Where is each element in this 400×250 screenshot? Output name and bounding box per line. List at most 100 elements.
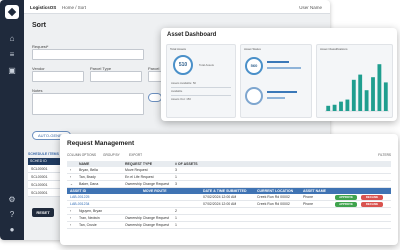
collapse-icon[interactable]: ⌄ xyxy=(70,182,73,186)
col-asset-count[interactable]: # OF ASSETS xyxy=(175,162,198,166)
status-gauge-2 xyxy=(245,87,263,105)
col-move-route[interactable]: MOVE ROUTE xyxy=(143,189,167,193)
asset-dashboard-window: Asset Dashboard Total Assets 510 Total A… xyxy=(161,28,397,121)
row-date: 07/02/2024 12:00 AM xyxy=(203,202,237,206)
screenshot-stage: ⌂ ≡ ▣ ⚙ ? ● LogisticsOS Home / Sort User… xyxy=(0,0,400,250)
bar-8[interactable] xyxy=(371,77,375,111)
expand-icon[interactable]: › xyxy=(70,216,71,220)
gear-icon[interactable]: ⚙ xyxy=(7,195,17,205)
bar-9[interactable] xyxy=(377,64,382,111)
user-icon[interactable]: ● xyxy=(7,225,17,235)
table-row[interactable]: › Nguyen, Bryan 2 xyxy=(67,208,391,215)
row-type: Ownership Change Request xyxy=(125,223,169,227)
divider xyxy=(171,95,231,96)
classifications-bar-chart xyxy=(325,64,389,112)
divider xyxy=(171,87,231,88)
box-icon[interactable]: ▣ xyxy=(7,66,17,76)
schedule-row[interactable]: SCL00001 xyxy=(28,189,62,197)
list-icon[interactable]: ≡ xyxy=(7,50,17,60)
expand-icon[interactable]: › xyxy=(70,223,71,227)
side-pill-button[interactable] xyxy=(148,93,162,102)
gauge-detail: Available xyxy=(171,89,183,93)
status-bar xyxy=(267,97,285,99)
card-title: Total Assets xyxy=(170,47,187,51)
gauge-detail: Assets Out: 150 xyxy=(171,97,191,101)
expand-icon[interactable]: › xyxy=(70,209,71,213)
row-type: Ownership Change Request xyxy=(125,182,169,186)
schedule-row[interactable]: SCL00001 xyxy=(28,181,62,189)
bar-7[interactable] xyxy=(364,90,369,111)
column-options-button[interactable]: COLUMN OPTIONS xyxy=(67,153,96,157)
status-gauge: 560 xyxy=(245,57,263,75)
parcel-input[interactable] xyxy=(148,71,162,82)
home-icon[interactable]: ⌂ xyxy=(7,34,17,44)
sub-table-row[interactable]: LAB-001234 07/02/2024 12:00 AM Creek Run… xyxy=(67,201,391,208)
row-location: Creek Run Rd 00002 xyxy=(257,195,290,199)
total-assets-card: Total Assets 510 Total Assets Assets Ava… xyxy=(166,44,236,118)
row-count: 2 xyxy=(175,209,177,213)
row-type: Ownership Change Request xyxy=(125,216,169,220)
approve-button[interactable]: APPROVE xyxy=(335,195,357,200)
reset-button[interactable]: RESET xyxy=(32,208,54,217)
schedule-column-header: SCHED ID xyxy=(28,158,62,165)
bar-3[interactable] xyxy=(339,101,343,111)
row-count: 1 xyxy=(175,216,177,220)
breadcrumb[interactable]: Home / Sort xyxy=(62,5,86,10)
bar-1[interactable] xyxy=(326,105,331,111)
sub-table-row[interactable]: LAB-001225 07/02/2024 12:00 AM Creek Run… xyxy=(67,194,391,201)
table-row[interactable]: › Tan, Crusie Ownership Change Request 1 xyxy=(67,222,391,229)
asset-id-link[interactable]: LAB-001225 xyxy=(70,195,89,199)
col-asset-name[interactable]: ASSET NAME xyxy=(303,189,326,193)
gauge-caption: Total Assets xyxy=(199,63,214,67)
gauge-detail: Assets Available: 50 xyxy=(171,81,196,85)
expand-icon[interactable]: › xyxy=(70,168,71,172)
bar-2[interactable] xyxy=(332,104,337,111)
schedule-row[interactable]: SCL00001 xyxy=(28,165,62,173)
row-type: Move Request xyxy=(125,168,148,172)
row-name: Nguyen, Bryan xyxy=(79,209,103,213)
bar-10[interactable] xyxy=(383,82,388,111)
col-date[interactable]: DATE & TIME SUBMITTED xyxy=(203,189,247,193)
row-date: 07/02/2024 12:00 AM xyxy=(203,195,237,199)
request-title: Request Management xyxy=(67,140,135,147)
help-icon[interactable]: ? xyxy=(7,210,17,220)
bar-6[interactable] xyxy=(358,74,363,111)
export-button[interactable]: EXPORT xyxy=(129,153,142,157)
row-count: 3 xyxy=(175,168,177,172)
brand-name: LogisticsOS xyxy=(30,5,57,10)
schedule-row[interactable]: SCL00001 xyxy=(28,173,62,181)
table-row[interactable]: › Bryan, Bella Move Request 3 xyxy=(67,167,391,174)
parcel-type-input[interactable] xyxy=(90,71,142,82)
col-location[interactable]: CURRENT LOCATION xyxy=(257,189,293,193)
bar-4[interactable] xyxy=(345,99,350,111)
filters-button[interactable]: FILTERS xyxy=(378,153,391,157)
asset-status-card: Asset Status 560 xyxy=(240,44,312,118)
card-title: Asset Status xyxy=(244,47,261,51)
total-assets-gauge: 510 xyxy=(173,55,193,75)
expand-icon[interactable]: › xyxy=(70,175,71,179)
group-by-button[interactable]: GROUP BY xyxy=(103,153,120,157)
row-count: 3 xyxy=(175,182,177,186)
status-bar xyxy=(267,91,297,93)
col-asset-id[interactable]: ASSET ID xyxy=(70,189,86,193)
decline-button[interactable]: DECLINE xyxy=(361,202,383,207)
request-input[interactable] xyxy=(32,49,144,60)
asset-classifications-card: Asset Classifications xyxy=(316,44,393,118)
col-name[interactable]: NAME xyxy=(79,162,89,166)
schedule-header: SCHEDULE ITEMS xyxy=(28,152,59,156)
table-row[interactable]: › Tan, Brady En el Life Request 1 xyxy=(67,174,391,181)
asset-id-link[interactable]: LAB-001234 xyxy=(70,202,89,206)
bar-5[interactable] xyxy=(351,79,356,111)
decline-button[interactable]: DECLINE xyxy=(361,195,383,200)
table-row-expanded[interactable]: ⌄ Baker, Dana Ownership Change Request 3 xyxy=(67,181,391,188)
top-bar: LogisticsOS Home / Sort User Name xyxy=(24,0,330,14)
table-row[interactable]: › Tran, Nedwin Ownership Change Request … xyxy=(67,215,391,222)
col-request-type[interactable]: REQUEST TYPE xyxy=(125,162,152,166)
notes-textarea[interactable] xyxy=(32,93,144,115)
request-toolbar: COLUMN OPTIONS GROUP BY EXPORT FILTERS xyxy=(67,153,391,159)
row-asset-name: Phone xyxy=(303,195,314,199)
user-menu[interactable]: User Name xyxy=(299,5,322,10)
vendor-input[interactable] xyxy=(32,71,84,82)
approve-button[interactable]: APPROVE xyxy=(335,202,357,207)
app-logo xyxy=(5,5,19,19)
